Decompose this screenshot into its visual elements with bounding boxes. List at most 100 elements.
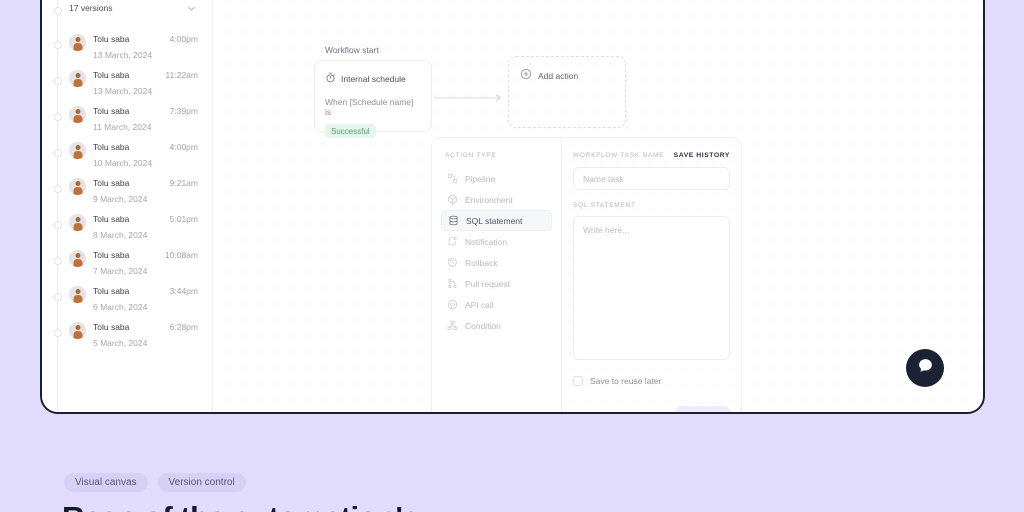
- version-time: 11:22am: [165, 70, 198, 80]
- avatar: [69, 70, 86, 87]
- action-type-list: Pipeline Environment SQL statement Notifica…: [441, 168, 552, 336]
- workflow-start-label: Workflow start: [325, 45, 379, 55]
- save-to-reuse-checkbox[interactable]: [573, 376, 583, 386]
- stopwatch-icon: [325, 70, 336, 88]
- version-time: 10:08am: [164, 250, 198, 260]
- version-author: Tolu saba: [93, 214, 130, 224]
- task-name-label: WORKFLOW TASK NAME: [573, 152, 665, 159]
- version-time: 4:00pm: [169, 34, 198, 44]
- action-type-column: ACTION TYPE Pipeline Environment SQL state…: [432, 138, 562, 412]
- clock-back-icon: [447, 257, 458, 268]
- versions-group-toggle[interactable]: 17 versions: [42, 0, 212, 26]
- version-time: 6:28pm: [169, 322, 198, 332]
- action-type-label: Environment: [465, 194, 513, 205]
- action-type-item-environment[interactable]: Environment: [441, 189, 552, 210]
- version-author: Tolu saba: [93, 70, 130, 80]
- form-header: WORKFLOW TASK NAME SAVE HISTORY: [573, 152, 730, 159]
- chat-bubble-icon: [917, 357, 934, 379]
- avatar: [69, 142, 86, 159]
- save-to-reuse-row[interactable]: Save to reuse later: [573, 376, 730, 386]
- version-list-item[interactable]: Tolu saba 5:01pm 8 March, 2024: [42, 206, 212, 242]
- bell-icon: [447, 236, 458, 247]
- version-list-item[interactable]: Tolu saba 10:08am 7 March, 2024: [42, 242, 212, 278]
- avatar: [69, 250, 86, 267]
- branch-icon: [447, 320, 458, 331]
- timeline-node-icon: [53, 77, 62, 85]
- version-list-item[interactable]: Tolu saba 6:28pm 5 March, 2024: [42, 314, 212, 350]
- timeline-node-icon: [53, 149, 62, 157]
- version-time: 5:01pm: [169, 214, 198, 224]
- version-date: 7 March, 2024: [93, 266, 148, 276]
- action-type-item-condition[interactable]: Condition: [441, 315, 552, 336]
- node-connector-arrow: [434, 94, 501, 102]
- action-type-label: ACTION TYPE: [445, 152, 497, 159]
- version-list-item[interactable]: Tolu saba 7:39pm 11 March, 2024: [42, 98, 212, 134]
- chat-bubble-button[interactable]: [906, 349, 944, 387]
- timeline-node-icon: [53, 329, 62, 337]
- version-date: 6 March, 2024: [93, 302, 148, 312]
- save-history-button[interactable]: SAVE HISTORY: [674, 152, 730, 159]
- feature-tag: Version control: [157, 473, 246, 492]
- version-author: Tolu saba: [93, 106, 130, 116]
- action-type-item-api-call[interactable]: API call: [441, 294, 552, 315]
- action-type-label: Notification: [465, 236, 508, 247]
- add-action-node[interactable]: Add action: [508, 56, 626, 128]
- avatar: [69, 286, 86, 303]
- database-icon: [448, 215, 459, 226]
- action-type-item-notification[interactable]: Notification: [441, 231, 552, 252]
- version-author: Tolu saba: [93, 250, 130, 260]
- action-config-sheet: ACTION TYPE Pipeline Environment SQL state…: [431, 137, 742, 412]
- confirm-row: Confirm: [573, 406, 730, 412]
- version-list-item[interactable]: Tolu saba 11:22am 13 March, 2024: [42, 62, 212, 98]
- trigger-node-condition: When [Schedule name] is: [325, 97, 414, 117]
- page-headline: Reap of the automation's: [62, 500, 420, 512]
- save-to-reuse-label: Save to reuse later: [590, 376, 662, 386]
- feature-tag-list: Visual canvas Version control: [64, 473, 246, 492]
- confirm-button[interactable]: Confirm: [675, 406, 730, 412]
- version-author: Tolu saba: [93, 34, 130, 44]
- timeline-node-icon: [53, 221, 62, 229]
- action-type-label: Rollback: [465, 257, 498, 268]
- action-type-item-pipeline[interactable]: Pipeline: [441, 168, 552, 189]
- version-time: 9:21am: [169, 178, 198, 188]
- version-date: 11 March, 2024: [93, 122, 152, 132]
- version-author: Tolu saba: [93, 322, 130, 332]
- feature-tag: Visual canvas: [64, 473, 148, 492]
- version-list-item[interactable]: Tolu saba 4:00pm 10 March, 2024: [42, 134, 212, 170]
- version-date: 5 March, 2024: [93, 338, 148, 348]
- action-type-label: Pull request: [465, 278, 510, 289]
- timeline-node-icon: [53, 113, 62, 121]
- action-type-item-pull-request[interactable]: Pull request: [441, 273, 552, 294]
- sql-statement-label: SQL STATEMENT: [573, 202, 636, 209]
- version-author: Tolu saba: [93, 142, 130, 152]
- version-list-item[interactable]: Tolu saba 3:44pm 6 March, 2024: [42, 278, 212, 314]
- version-list-item[interactable]: Tolu saba 9:21am 9 March, 2024: [42, 170, 212, 206]
- version-date: 13 March, 2024: [93, 86, 153, 96]
- sql-statement-textarea[interactable]: [573, 216, 730, 360]
- workflow-canvas[interactable]: Workflow start Internal schedule When [S…: [213, 0, 983, 412]
- version-time: 4:00pm: [169, 142, 198, 152]
- version-author: Tolu saba: [93, 178, 130, 188]
- pull-request-icon: [447, 278, 458, 289]
- version-date: 9 March, 2024: [93, 194, 148, 204]
- trigger-node[interactable]: Internal schedule When [Schedule name] i…: [314, 60, 432, 138]
- add-action-label: Add action: [538, 71, 579, 81]
- action-type-label: Condition: [465, 320, 501, 331]
- plus-circle-icon[interactable]: [520, 67, 532, 85]
- versions-group-label: 17 versions: [69, 3, 113, 13]
- avatar: [69, 214, 86, 231]
- task-name-input[interactable]: [573, 167, 730, 190]
- version-time: 3:44pm: [169, 286, 198, 296]
- pipeline-icon: [447, 173, 458, 184]
- version-history-panel: Lo Current version (Unsaved) Click "Save…: [42, 0, 213, 412]
- version-author: Tolu saba: [93, 286, 130, 296]
- timeline-node-icon: [53, 7, 62, 15]
- chevron-down-icon[interactable]: [187, 4, 196, 13]
- version-list-item[interactable]: Tolu saba 4:00pm 13 March, 2024: [42, 26, 212, 62]
- avatar: [69, 178, 86, 195]
- action-type-item-rollback[interactable]: Rollback: [441, 252, 552, 273]
- add-action-header: Add action: [520, 67, 614, 85]
- avatar: [69, 106, 86, 123]
- action-type-item-sql-statement[interactable]: SQL statement: [441, 210, 552, 231]
- timeline-node-icon: [53, 257, 62, 265]
